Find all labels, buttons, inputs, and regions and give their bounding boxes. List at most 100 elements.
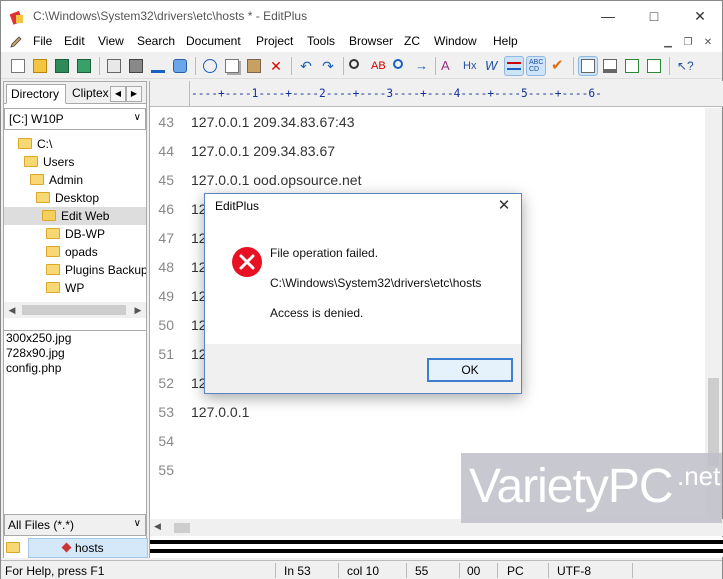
ok-button[interactable]: OK (427, 358, 513, 382)
check-icon[interactable]: ✔ (549, 57, 567, 75)
toolbar: ✕ ↶ ↷ AB → A Hx W ABC CD ✔ ↖? (1, 53, 722, 79)
hex-icon[interactable]: Hx (461, 57, 479, 75)
folder-icon (6, 542, 20, 553)
menu-project[interactable]: Project (256, 34, 293, 48)
print-icon[interactable] (127, 57, 145, 75)
redo-icon[interactable]: ↷ (319, 57, 337, 75)
delete-icon[interactable]: ✕ (267, 57, 285, 75)
line-text: 127.0.0.1 209.34.83.67:43 (191, 114, 355, 130)
tab-directory[interactable]: Directory (6, 84, 66, 104)
ruler-icon[interactable] (504, 56, 524, 76)
tree-item-label: opads (65, 245, 98, 259)
status-encoding[interactable]: UTF-8 (557, 564, 591, 578)
spellcheck-icon[interactable] (149, 57, 167, 75)
menu-zc[interactable]: ZC (404, 34, 420, 48)
ruler-gutter (150, 81, 190, 107)
tree-hscrollbar[interactable]: ◀ ▶ (4, 302, 146, 318)
folder-icon (46, 228, 60, 239)
menu-view[interactable]: View (98, 34, 124, 48)
scroll-left-icon[interactable]: ◀ (4, 302, 20, 318)
chevron-down-icon: ∨ (133, 518, 141, 529)
list-item[interactable]: 728x90.jpg (6, 346, 65, 361)
print-preview-icon[interactable] (105, 57, 123, 75)
mdi-close-button[interactable]: ✕ (698, 37, 718, 48)
directory-window-icon[interactable] (578, 56, 598, 76)
find-in-files-icon[interactable] (391, 57, 409, 75)
clip-icon[interactable] (623, 57, 641, 75)
dialog-detail: Access is denied. (270, 306, 364, 320)
tab-cliptext[interactable]: Cliptex (68, 84, 112, 104)
status-line-ending[interactable]: PC (507, 564, 524, 578)
menu-search[interactable]: Search (137, 34, 175, 48)
copy-icon[interactable] (223, 57, 241, 75)
menu-tools[interactable]: Tools (307, 34, 335, 48)
tree-item[interactable]: opads (46, 243, 100, 261)
line-number: 45 (158, 172, 174, 188)
folder-icon (30, 174, 44, 185)
sidebar-tabs: Directory Cliptex ◀ ▶ (4, 82, 146, 104)
menu-help[interactable]: Help (493, 34, 518, 48)
folder-tree: C:\ Users Admin Desktop Edit Web DB-WP o… (4, 132, 146, 316)
folder-icon (36, 192, 50, 203)
tree-item[interactable]: Desktop (36, 189, 101, 207)
list-item[interactable]: 300x250.jpg (6, 331, 71, 346)
drive-select[interactable]: [C:] W10P ∨ (4, 108, 146, 130)
browser-icon[interactable] (171, 57, 189, 75)
line-number: 49 (158, 288, 174, 304)
dialog-close-button[interactable]: ✕ (493, 195, 515, 217)
tab-scroll-right-icon[interactable]: ▶ (126, 86, 142, 102)
save-icon[interactable] (53, 57, 71, 75)
toolbar-separator (195, 57, 196, 75)
save-all-icon[interactable] (75, 57, 93, 75)
close-button[interactable]: ✕ (677, 1, 723, 32)
help-icon[interactable]: ↖? (675, 57, 694, 75)
menu-edit[interactable]: Edit (64, 34, 85, 48)
menu-browser[interactable]: Browser (349, 34, 393, 48)
status-divider (497, 563, 498, 578)
open-folder-icon[interactable] (31, 57, 49, 75)
undo-icon[interactable]: ↶ (297, 57, 315, 75)
menu-file[interactable]: File (33, 34, 52, 48)
tree-item[interactable]: Plugins Backup (46, 261, 146, 279)
word-wrap-icon[interactable]: W (483, 57, 501, 75)
font-icon[interactable]: A (439, 57, 457, 75)
find-icon[interactable] (347, 57, 365, 75)
tree-item[interactable]: Users (24, 153, 76, 171)
cut-icon[interactable] (201, 57, 219, 75)
tree-item-label: C:\ (37, 137, 53, 151)
fullscreen-icon[interactable] (645, 57, 663, 75)
document-tabs: hosts (4, 538, 148, 558)
folder-icon (18, 138, 32, 149)
chevron-down-icon: ∨ (133, 112, 141, 123)
mdi-restore-button[interactable]: ❐ (678, 37, 698, 48)
editor-text-area[interactable]: 43 127.0.0.1 209.34.83.67:43 44 127.0.0.1 … (150, 108, 361, 518)
file-filter-select[interactable]: All Files (*.*) ∨ (4, 514, 146, 536)
replace-icon[interactable]: AB (369, 57, 387, 75)
scroll-right-icon[interactable]: ▶ (130, 302, 146, 318)
editor-line: 54 (150, 427, 710, 456)
tree-item[interactable]: Admin (30, 171, 85, 189)
goto-icon[interactable]: → (413, 57, 431, 75)
new-file-icon[interactable] (9, 57, 27, 75)
paste-icon[interactable] (245, 57, 263, 75)
maximize-button[interactable]: □ (631, 1, 677, 32)
line-number-icon[interactable]: ABC CD (526, 56, 546, 76)
directory-pane: Directory Cliptex ◀ ▶ [C:] W10P ∨ C:\ Use… (3, 81, 148, 558)
scroll-left-icon[interactable]: ◀ (154, 521, 161, 532)
output-window-icon[interactable] (601, 57, 619, 75)
tree-item-label: WP (65, 281, 85, 295)
scroll-thumb[interactable] (22, 305, 126, 315)
tree-item[interactable]: DB-WP (46, 225, 107, 243)
tree-item[interactable]: C:\ (18, 135, 54, 153)
mdi-minimize-button[interactable]: ▁ (658, 37, 678, 48)
tab-scroll-left-icon[interactable]: ◀ (110, 86, 126, 102)
doc-tab-hosts[interactable]: hosts (28, 538, 148, 558)
menu-document[interactable]: Document (186, 34, 241, 48)
scroll-thumb[interactable] (174, 523, 190, 533)
tree-item-selected[interactable]: Edit Web (4, 207, 146, 225)
minimize-button[interactable]: — (585, 1, 631, 32)
tree-item[interactable]: WP (46, 279, 86, 297)
menu-window[interactable]: Window (434, 34, 477, 48)
list-item[interactable]: config.php (6, 361, 61, 376)
file-filter-value: All Files (*.*) (8, 518, 75, 532)
